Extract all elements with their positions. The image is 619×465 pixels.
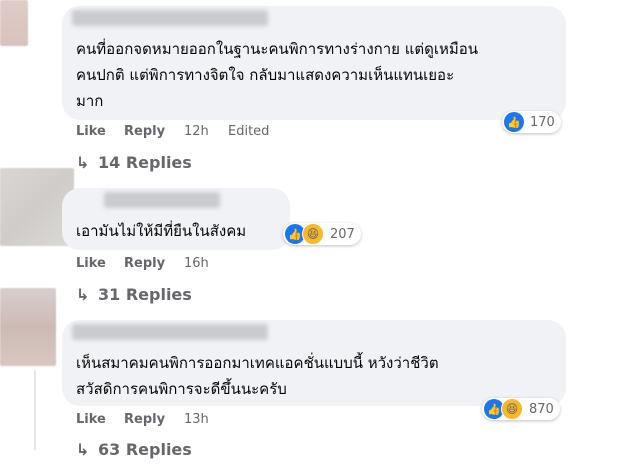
comment-bubble: เอามันไม่ให้มีที่ยืนในสังคม: [62, 188, 290, 250]
comment-text-line: เห็นสมาคมคนพิการออกมาเทคแอคชั่นแบบนี้ หว…: [76, 354, 439, 372]
reply-arrow-icon: ↳: [76, 285, 90, 304]
view-replies-button[interactable]: ↳ 31 Replies: [76, 285, 192, 304]
thread-line: [34, 370, 36, 450]
reaction-count-value: 870: [529, 401, 554, 417]
reaction-count-value: 207: [330, 226, 355, 242]
like-button[interactable]: Like: [76, 124, 106, 139]
reaction-count-value: 170: [530, 114, 555, 130]
timestamp[interactable]: 12h: [184, 124, 209, 139]
view-replies-button[interactable]: ↳ 63 Replies: [76, 440, 192, 459]
like-thumb-icon: 👍: [504, 112, 524, 132]
like-button[interactable]: Like: [76, 256, 106, 271]
comment-bubble: เห็นสมาคมคนพิการออกมาเทคแอคชั่นแบบนี้ หว…: [62, 320, 566, 406]
edited-label: Edited: [228, 124, 270, 139]
comment-text-line: สวัสดิการคนพิการจะดีขึ้นนะครับ: [76, 380, 287, 398]
comment-text-line: คนที่ออกจดหมายออกในฐานะคนพิการทางร่างกาย…: [76, 40, 479, 58]
like-button[interactable]: Like: [76, 412, 106, 427]
replies-label: 31 Replies: [98, 285, 192, 304]
reply-arrow-icon: ↳: [76, 153, 90, 172]
reply-button[interactable]: Reply: [124, 124, 165, 139]
timestamp[interactable]: 16h: [184, 256, 209, 271]
reaction-count[interactable]: 👍 170: [502, 111, 561, 133]
reply-arrow-icon: ↳: [76, 440, 90, 459]
author-name[interactable]: [72, 10, 268, 26]
replies-label: 14 Replies: [98, 153, 192, 172]
avatar[interactable]: [0, 288, 56, 366]
reply-button[interactable]: Reply: [124, 256, 165, 271]
author-name[interactable]: [72, 324, 268, 340]
haha-emoji-icon: 😆: [501, 398, 523, 420]
timestamp[interactable]: 13h: [184, 412, 209, 427]
avatar[interactable]: [0, 0, 28, 46]
comment-text-line: คนปกติ แต่พิการทางจิตใจ กลับมาแสดงความเห…: [76, 66, 455, 84]
comment-text-line: เอามันไม่ให้มีที่ยืนในสังคม: [76, 222, 247, 240]
haha-emoji-icon: 😆: [302, 223, 324, 245]
author-name[interactable]: [104, 192, 220, 208]
reply-button[interactable]: Reply: [124, 412, 165, 427]
view-replies-button[interactable]: ↳ 14 Replies: [76, 153, 192, 172]
reaction-count[interactable]: 👍 😆 207: [283, 223, 361, 245]
reaction-count[interactable]: 👍 😆 870: [482, 398, 560, 420]
replies-label: 63 Replies: [98, 440, 192, 459]
comment-bubble: คนที่ออกจดหมายออกในฐานะคนพิการทางร่างกาย…: [62, 6, 566, 120]
comment-text-line: มาก: [76, 92, 104, 110]
